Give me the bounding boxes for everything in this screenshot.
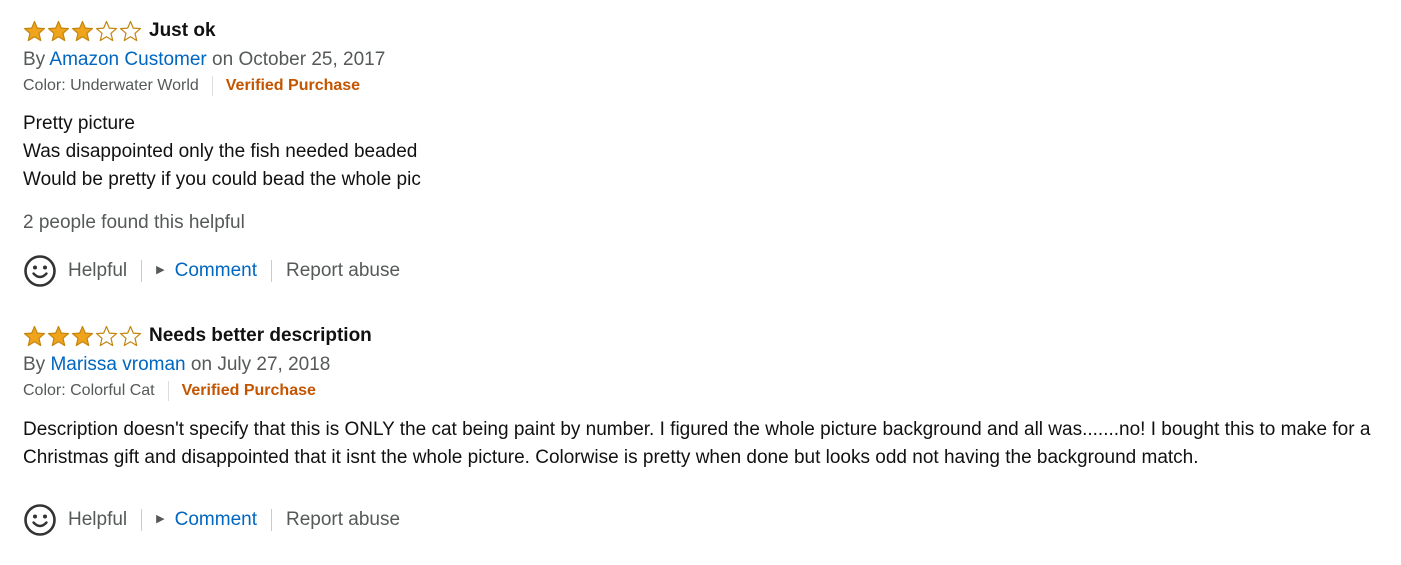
divider <box>211 76 213 96</box>
review-actions: Helpful ▶ Comment Report abuse <box>23 254 400 288</box>
divider <box>141 260 143 282</box>
review-actions: Helpful ▶ Comment Report abuse <box>23 503 400 537</box>
star-filled-icon <box>23 325 46 347</box>
star-rating <box>23 20 142 42</box>
star-filled-icon <box>71 20 94 42</box>
review-meta: Color: Underwater World Verified Purchas… <box>23 75 1393 97</box>
review-card: Just ok By Amazon Customer on October 25… <box>23 18 1393 287</box>
caret-right-icon[interactable]: ▶ <box>156 512 164 525</box>
review-byline: By Marissa vroman on July 27, 2018 <box>23 352 1393 378</box>
helpful-button[interactable]: Helpful <box>68 509 127 531</box>
variant-label[interactable]: Color: Underwater World <box>23 77 199 95</box>
review-byline: By Amazon Customer on October 25, 2017 <box>23 47 1393 73</box>
star-empty-icon <box>119 20 142 42</box>
review-date: on October 25, 2017 <box>212 49 386 70</box>
report-abuse-link[interactable]: Report abuse <box>286 260 400 282</box>
verified-purchase-badge: Verified Purchase <box>225 77 361 94</box>
comment-link[interactable]: Comment <box>175 260 257 282</box>
star-filled-icon <box>47 325 70 347</box>
caret-right-icon[interactable]: ▶ <box>156 263 164 276</box>
divider <box>270 509 272 531</box>
star-filled-icon <box>71 325 94 347</box>
author-link[interactable]: Amazon Customer <box>49 49 206 70</box>
divider <box>141 509 143 531</box>
author-link[interactable]: Marissa vroman <box>50 354 185 375</box>
review-body: Pretty picture Was disappointed only the… <box>23 113 421 190</box>
by-prefix: By <box>23 49 46 70</box>
star-filled-icon <box>47 20 70 42</box>
comment-link[interactable]: Comment <box>175 509 257 531</box>
smiley-face-icon[interactable] <box>23 503 57 537</box>
smiley-face-icon[interactable] <box>23 254 57 288</box>
review-body: Description doesn't specify that this is… <box>23 419 1371 468</box>
star-empty-icon <box>95 20 118 42</box>
review-date: on July 27, 2018 <box>190 354 331 375</box>
helpful-button[interactable]: Helpful <box>68 260 127 282</box>
review-header: Just ok <box>23 18 1393 44</box>
report-abuse-link[interactable]: Report abuse <box>286 509 400 531</box>
variant-label[interactable]: Color: Colorful Cat <box>23 382 155 400</box>
divider <box>167 381 169 401</box>
review-header: Needs better description <box>23 323 1393 349</box>
star-filled-icon <box>23 20 46 42</box>
review-meta: Color: Colorful Cat Verified Purchase <box>23 380 1393 402</box>
star-empty-icon <box>119 325 142 347</box>
helpful-count: 2 people found this helpful <box>23 212 245 233</box>
star-empty-icon <box>95 325 118 347</box>
review-title[interactable]: Needs better description <box>149 325 372 347</box>
verified-purchase-badge: Verified Purchase <box>181 382 316 399</box>
divider <box>270 260 272 282</box>
review-title[interactable]: Just ok <box>149 20 216 42</box>
star-rating <box>23 325 142 347</box>
review-card: Needs better description By Marissa vrom… <box>23 323 1393 536</box>
by-prefix: By <box>23 354 46 375</box>
